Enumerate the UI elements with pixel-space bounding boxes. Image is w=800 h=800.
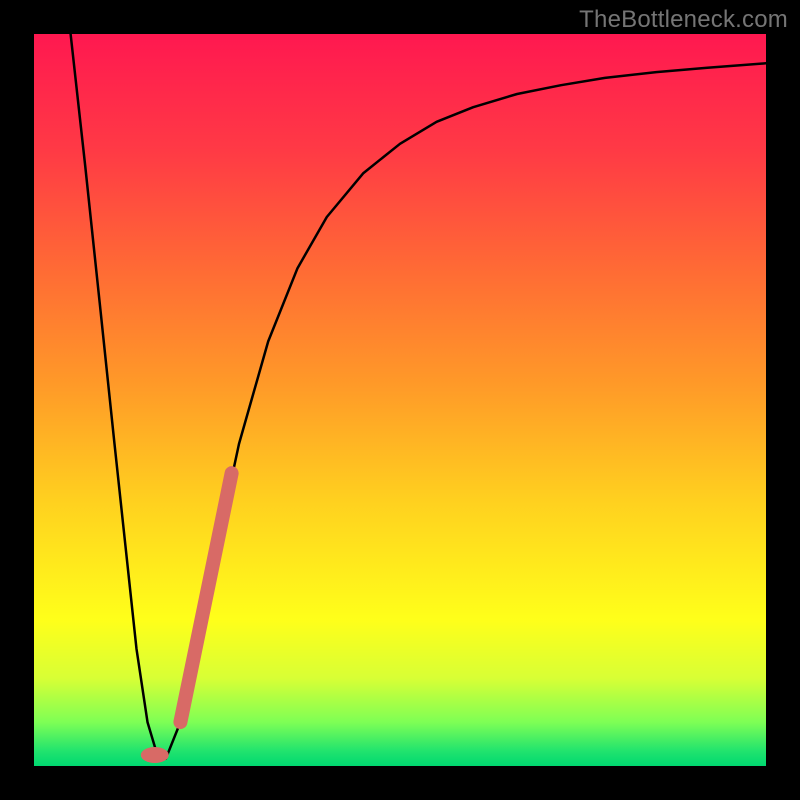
min-marker <box>141 747 169 763</box>
plot-area <box>34 34 766 766</box>
highlighted-range <box>180 473 231 722</box>
chart-svg <box>34 34 766 766</box>
watermark-text: TheBottleneck.com <box>579 6 788 34</box>
chart-frame: TheBottleneck.com <box>0 0 800 800</box>
bottleneck-curve <box>71 34 766 759</box>
